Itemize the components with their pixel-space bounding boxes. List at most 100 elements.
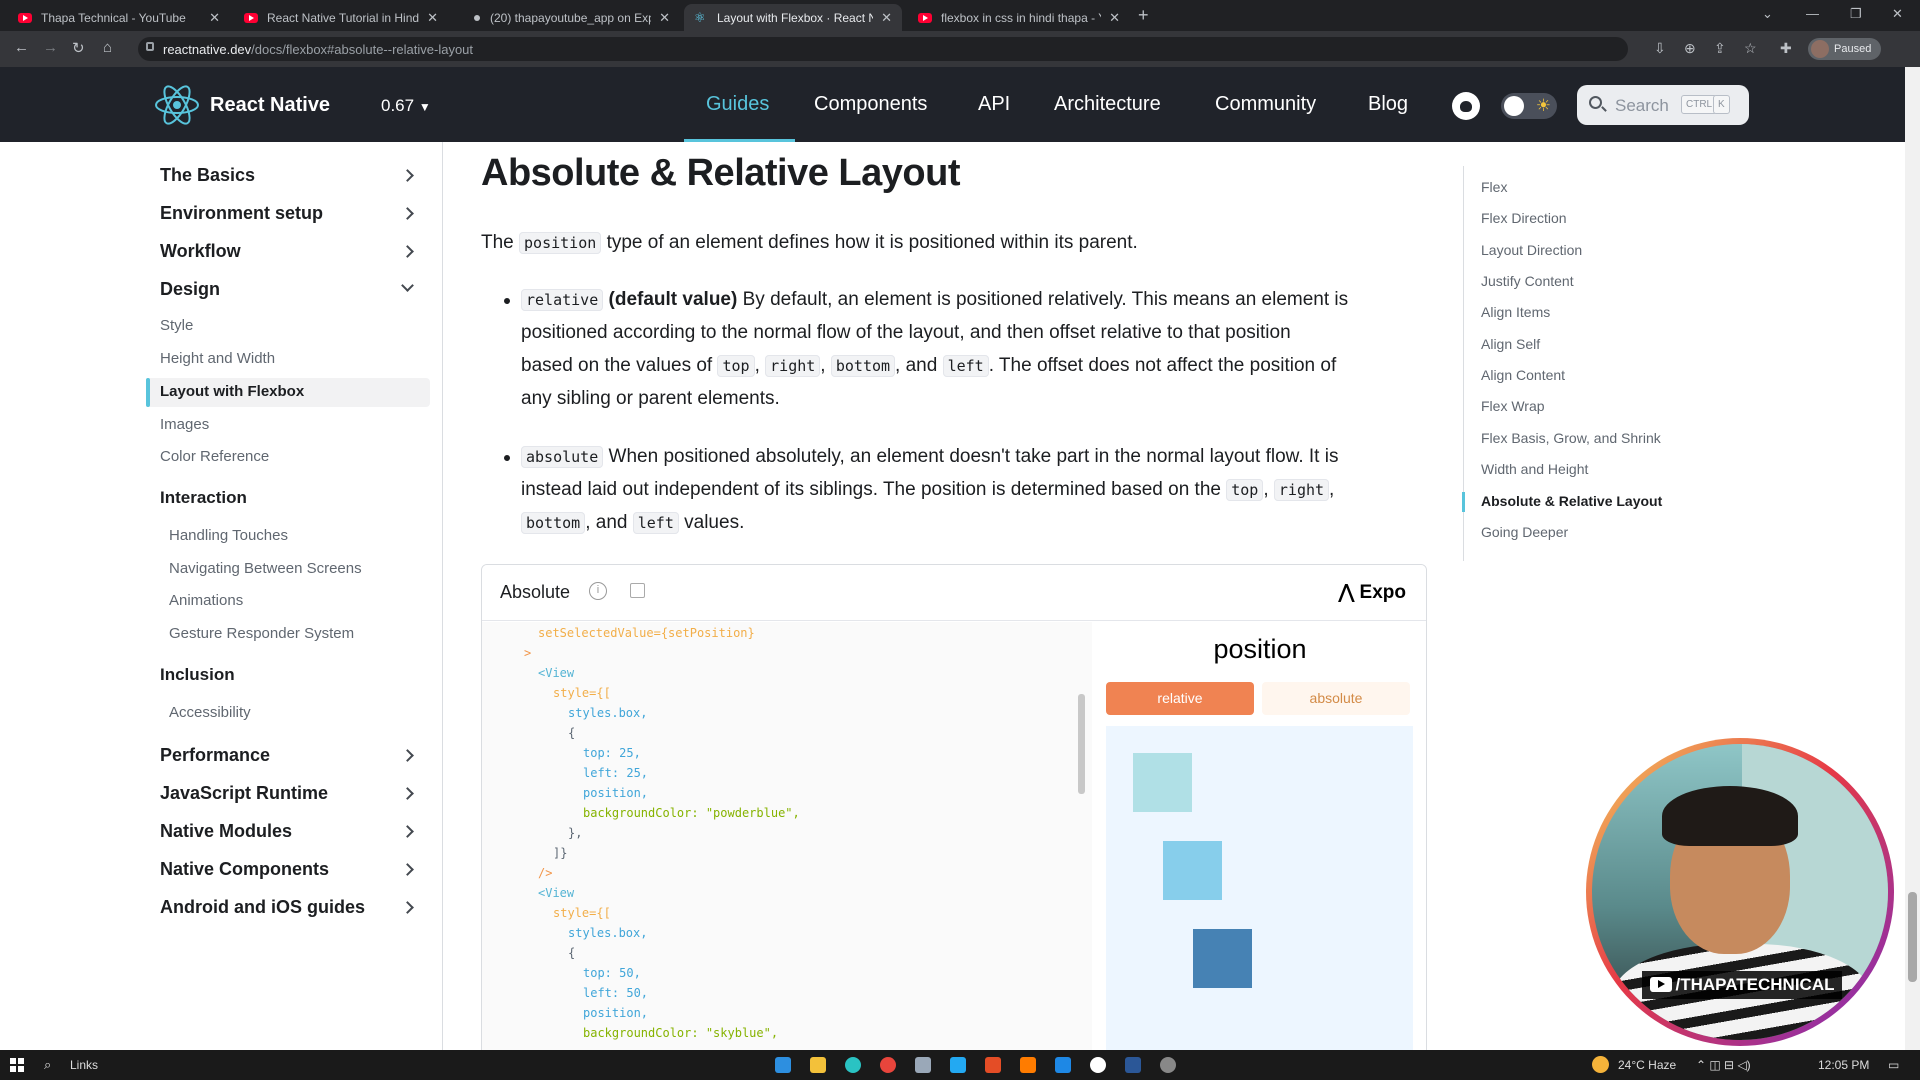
windows-start-icon[interactable] xyxy=(10,1058,24,1072)
relative-button[interactable]: relative xyxy=(1106,682,1254,715)
sidebar-item-animations[interactable]: Animations xyxy=(169,592,243,609)
chevron-right-icon[interactable] xyxy=(401,749,414,762)
edge-icon[interactable] xyxy=(845,1057,861,1073)
sidebar-category-native-modules[interactable]: Native Modules xyxy=(160,821,292,842)
nav-blog[interactable]: Blog xyxy=(1368,93,1408,116)
toc-item-going-deeper[interactable]: Going Deeper xyxy=(1481,524,1568,540)
profile-button[interactable]: Paused xyxy=(1808,38,1882,60)
sidebar-category-the-basics[interactable]: The Basics xyxy=(160,165,255,186)
close-tab-icon[interactable]: ✕ xyxy=(209,10,220,26)
minimize-icon[interactable]: — xyxy=(1806,6,1819,21)
sidebar-category-environment-setup[interactable]: Environment setup xyxy=(160,203,323,224)
theme-toggle[interactable]: ☀ xyxy=(1501,93,1557,119)
nav-architecture[interactable]: Architecture xyxy=(1054,93,1161,116)
close-tab-icon[interactable]: ✕ xyxy=(881,10,892,26)
sidebar-category-javascript-runtime[interactable]: JavaScript Runtime xyxy=(160,783,328,804)
github-icon[interactable] xyxy=(1452,92,1480,120)
app-icon[interactable] xyxy=(1055,1057,1071,1073)
toc-item-layout-direction[interactable]: Layout Direction xyxy=(1481,242,1582,258)
word-icon[interactable] xyxy=(1125,1057,1141,1073)
mail-icon[interactable] xyxy=(775,1057,791,1073)
zoom-icon[interactable]: ⊕ xyxy=(1684,40,1696,57)
vscode-icon[interactable] xyxy=(950,1057,966,1073)
sidebar-category-workflow[interactable]: Workflow xyxy=(160,241,241,262)
react-logo-icon[interactable] xyxy=(154,83,200,127)
sidebar-category-inclusion[interactable]: Inclusion xyxy=(160,665,235,685)
scrollbar-thumb[interactable] xyxy=(1908,892,1917,982)
home-icon[interactable]: ⌂ xyxy=(103,39,112,56)
close-tab-icon[interactable]: ✕ xyxy=(659,10,670,26)
app-icon[interactable] xyxy=(1020,1057,1036,1073)
chevron-right-icon[interactable] xyxy=(401,825,414,838)
nav-api[interactable]: API xyxy=(978,93,1010,116)
sidebar-item-height-and-width[interactable]: Height and Width xyxy=(160,350,275,367)
system-tray-icons[interactable]: ⌃ ◫ ⊟ ◁) xyxy=(1696,1058,1751,1072)
browser-tab-active[interactable]: ⚛ Layout with Flexbox · React Nati... ✕ xyxy=(684,4,902,31)
info-icon[interactable]: i xyxy=(589,582,607,600)
browser-tab[interactable]: React Native Tutorial in Hindi 20... ✕ xyxy=(234,4,448,31)
sidebar-category-native-components[interactable]: Native Components xyxy=(160,859,329,880)
toc-item-flex[interactable]: Flex xyxy=(1481,179,1507,195)
toc-item-flex-wrap[interactable]: Flex Wrap xyxy=(1481,398,1545,414)
sidebar-category-design[interactable]: Design xyxy=(160,279,220,300)
nav-components[interactable]: Components xyxy=(814,93,927,116)
search-button[interactable]: Search CTRL K xyxy=(1577,85,1749,125)
sidebar-item-accessibility[interactable]: Accessibility xyxy=(169,704,251,721)
app-icon[interactable] xyxy=(915,1057,931,1073)
brand-name[interactable]: React Native xyxy=(210,94,330,117)
browser-tab[interactable]: (20) thapayoutube_app on Expo... ✕ xyxy=(460,4,680,31)
toc-item-justify-content[interactable]: Justify Content xyxy=(1481,273,1574,289)
code-editor[interactable]: setSelectedValue={setPosition} > <View s… xyxy=(482,622,1092,1063)
toc-item-flex-basis[interactable]: Flex Basis, Grow, and Shrink xyxy=(1481,430,1661,446)
chevron-down-icon[interactable] xyxy=(401,279,414,292)
toc-item-align-self[interactable]: Align Self xyxy=(1481,336,1540,352)
toc-item-absolute-relative-layout[interactable]: Absolute & Relative Layout xyxy=(1481,493,1662,509)
share-icon[interactable]: ⇪ xyxy=(1714,40,1726,57)
chevron-right-icon[interactable] xyxy=(401,901,414,914)
sidebar-item-navigating-between-screens[interactable]: Navigating Between Screens xyxy=(169,560,362,577)
obs-icon[interactable] xyxy=(1090,1057,1106,1073)
absolute-button[interactable]: absolute xyxy=(1262,682,1410,715)
forward-icon[interactable]: → xyxy=(43,39,58,56)
close-tab-icon[interactable]: ✕ xyxy=(1109,10,1120,26)
install-icon[interactable]: ⇩ xyxy=(1654,40,1666,57)
chevron-right-icon[interactable] xyxy=(401,169,414,182)
browser-tab[interactable]: Thapa Technical - YouTube ✕ xyxy=(8,4,230,31)
reload-icon[interactable]: ↻ xyxy=(72,39,85,57)
clock[interactable]: 12:05 PM xyxy=(1818,1058,1869,1072)
back-icon[interactable]: ← xyxy=(14,39,29,56)
extensions-icon[interactable]: ✚ xyxy=(1780,40,1792,57)
weather-icon[interactable] xyxy=(1592,1056,1609,1073)
address-bar[interactable]: reactnative.dev/docs/flexbox#absolute--r… xyxy=(138,37,1628,61)
chrome-icon[interactable] xyxy=(880,1057,896,1073)
close-tab-icon[interactable]: ✕ xyxy=(427,10,438,26)
app-icon[interactable] xyxy=(1160,1057,1176,1073)
sidebar-item-layout-with-flexbox[interactable]: Layout with Flexbox xyxy=(160,383,304,400)
close-window-icon[interactable]: ✕ xyxy=(1892,6,1903,22)
sidebar-category-android-and-ios-guides[interactable]: Android and iOS guides xyxy=(160,897,365,918)
nav-guides[interactable]: Guides xyxy=(706,93,769,116)
sidebar-item-images[interactable]: Images xyxy=(160,416,209,433)
weather-text[interactable]: 24°C Haze xyxy=(1618,1058,1676,1072)
chevron-right-icon[interactable] xyxy=(401,245,414,258)
toc-item-flex-direction[interactable]: Flex Direction xyxy=(1481,210,1567,226)
chevron-right-icon[interactable] xyxy=(401,787,414,800)
new-tab-icon[interactable]: + xyxy=(1138,5,1149,26)
toc-item-width-and-height[interactable]: Width and Height xyxy=(1481,461,1588,477)
chevron-right-icon[interactable] xyxy=(401,207,414,220)
expo-logo[interactable]: ⋀ Expo xyxy=(1339,581,1406,604)
sidebar-item-gesture-responder-system[interactable]: Gesture Responder System xyxy=(169,625,354,642)
office-icon[interactable] xyxy=(985,1057,1001,1073)
bookmark-star-icon[interactable]: ☆ xyxy=(1744,40,1757,57)
sidebar-item-handling-touches[interactable]: Handling Touches xyxy=(169,527,288,544)
browser-tab[interactable]: flexbox in css in hindi thapa - Yo... ✕ xyxy=(908,4,1130,31)
chevron-right-icon[interactable] xyxy=(401,863,414,876)
toc-item-align-items[interactable]: Align Items xyxy=(1481,304,1550,320)
toc-item-align-content[interactable]: Align Content xyxy=(1481,367,1565,383)
taskbar-search-icon[interactable]: ⌕ xyxy=(44,1057,51,1073)
sidebar-item-color-reference[interactable]: Color Reference xyxy=(160,448,269,465)
page-scrollbar[interactable] xyxy=(1905,67,1920,1050)
version-dropdown[interactable]: 0.67 ▼ xyxy=(381,96,431,116)
tab-search-icon[interactable]: ⌄ xyxy=(1762,6,1773,22)
sidebar-item-style[interactable]: Style xyxy=(160,317,193,334)
